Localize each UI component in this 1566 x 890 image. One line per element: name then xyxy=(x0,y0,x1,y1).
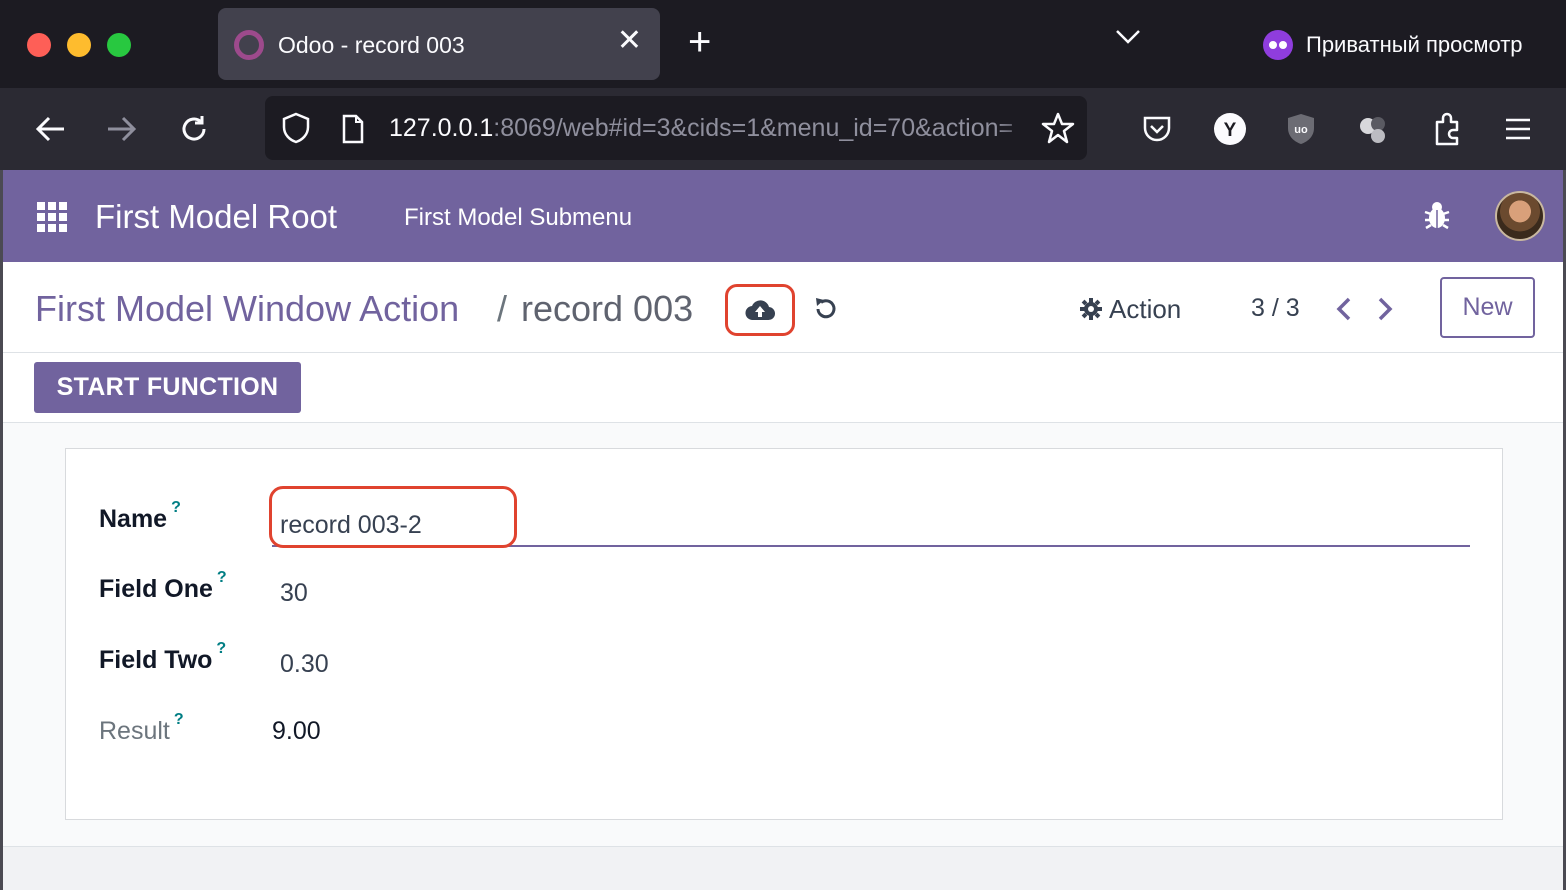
pager-previous-icon[interactable] xyxy=(1330,292,1358,326)
result-value: 9.00 xyxy=(272,717,321,745)
tab-title: Odoo - record 003 xyxy=(278,32,465,58)
field-two-label-text: Field Two xyxy=(99,646,213,674)
action-label: Action xyxy=(1109,293,1182,324)
field-two-help-icon[interactable]: ? xyxy=(216,640,226,657)
browser-tab-bar: Odoo - record 003 ✕ + Приватный просмотр xyxy=(0,0,1566,88)
reload-icon[interactable] xyxy=(171,106,217,152)
window-minimize-button[interactable] xyxy=(67,33,91,57)
chatter-area xyxy=(3,846,1563,890)
tab-list-chevron-icon[interactable] xyxy=(1114,28,1142,51)
menu-first-model-submenu[interactable]: First Model Submenu xyxy=(404,204,632,232)
undo-icon xyxy=(816,298,836,319)
odoo-app: First Model Root First Model Submenu Fir… xyxy=(0,170,1566,890)
apps-menu-icon[interactable] xyxy=(37,202,67,232)
back-arrow-icon[interactable] xyxy=(27,106,73,152)
pager-next-icon[interactable] xyxy=(1371,292,1399,326)
field-two-input[interactable]: 0.30 xyxy=(280,650,329,679)
forward-arrow-icon[interactable] xyxy=(99,106,145,152)
svg-text:Y: Y xyxy=(1224,120,1237,141)
debug-bug-icon[interactable] xyxy=(1423,200,1451,235)
yandex-extension-icon[interactable]: Y xyxy=(1211,110,1249,148)
private-browsing-icon xyxy=(1263,30,1293,60)
field-two-label: Field Two? xyxy=(99,640,226,675)
result-help-icon[interactable]: ? xyxy=(174,711,184,728)
field-one-input[interactable]: 30 xyxy=(280,579,308,608)
new-record-button[interactable]: New xyxy=(1440,277,1535,338)
control-panel: First Model Window Action / record 003 A… xyxy=(3,262,1563,353)
page-info-icon[interactable] xyxy=(341,114,365,149)
new-tab-button[interactable]: + xyxy=(688,22,711,62)
odoo-favicon-icon xyxy=(234,30,264,60)
extension-spheres-icon[interactable] xyxy=(1355,110,1393,148)
url-bar[interactable]: 127.0.0.1:8069/web#id=3&cids=1&menu_id=7… xyxy=(265,96,1087,160)
form-sheet: Name? Field One? 30 Field Two? 0.30 Resu… xyxy=(65,448,1503,820)
form-statusbar: START FUNCTION xyxy=(3,353,1563,423)
name-help-icon[interactable]: ? xyxy=(171,499,181,516)
url-rest: :8069/web#id=3&cids=1&menu_id=70&action= xyxy=(493,114,1014,142)
extensions-puzzle-icon[interactable] xyxy=(1428,110,1466,148)
save-button[interactable] xyxy=(725,284,795,336)
odoo-main-navbar: First Model Root First Model Submenu xyxy=(3,170,1563,262)
action-menu-button[interactable]: Action xyxy=(1079,292,1181,326)
url-fade xyxy=(997,96,1037,160)
url-host: 127.0.0.1 xyxy=(389,114,494,142)
result-label-text: Result xyxy=(99,717,170,745)
bookmark-star-icon[interactable] xyxy=(1041,111,1075,150)
breadcrumb-parent-link[interactable]: First Model Window Action xyxy=(35,288,459,330)
result-label: Result? xyxy=(99,711,184,746)
field-one-help-icon[interactable]: ? xyxy=(217,569,227,586)
window-zoom-button[interactable] xyxy=(107,33,131,57)
breadcrumb-separator: / xyxy=(497,288,508,329)
user-avatar[interactable] xyxy=(1495,191,1545,241)
breadcrumb-current: record 003 xyxy=(521,288,694,329)
pocket-icon[interactable] xyxy=(1138,110,1176,148)
private-browsing-label: Приватный просмотр xyxy=(1306,32,1523,57)
svg-text:uo: uo xyxy=(1294,124,1308,136)
url-text: 127.0.0.1:8069/web#id=3&cids=1&menu_id=7… xyxy=(389,114,1013,143)
shield-icon[interactable] xyxy=(281,112,311,149)
tab-close-icon[interactable]: ✕ xyxy=(617,26,642,56)
name-label-text: Name xyxy=(99,505,168,533)
pager-value[interactable]: 3 / 3 xyxy=(1251,294,1300,323)
field-one-label: Field One? xyxy=(99,569,227,604)
browser-tab-active[interactable]: Odoo - record 003 ✕ xyxy=(218,8,660,80)
gear-icon xyxy=(1080,298,1102,320)
name-input[interactable] xyxy=(272,497,1470,547)
ublock-origin-icon[interactable]: uo xyxy=(1282,110,1320,148)
discard-changes-button[interactable] xyxy=(809,292,843,326)
app-brand[interactable]: First Model Root xyxy=(95,198,337,236)
field-one-label-text: Field One xyxy=(99,575,213,603)
start-function-button[interactable]: START FUNCTION xyxy=(34,362,301,413)
browser-nav-bar: 127.0.0.1:8069/web#id=3&cids=1&menu_id=7… xyxy=(0,88,1566,170)
menu-hamburger-icon[interactable] xyxy=(1499,110,1537,148)
name-field-label: Name? xyxy=(99,499,181,534)
window-close-button[interactable] xyxy=(27,33,51,57)
cloud-upload-icon xyxy=(745,300,775,321)
